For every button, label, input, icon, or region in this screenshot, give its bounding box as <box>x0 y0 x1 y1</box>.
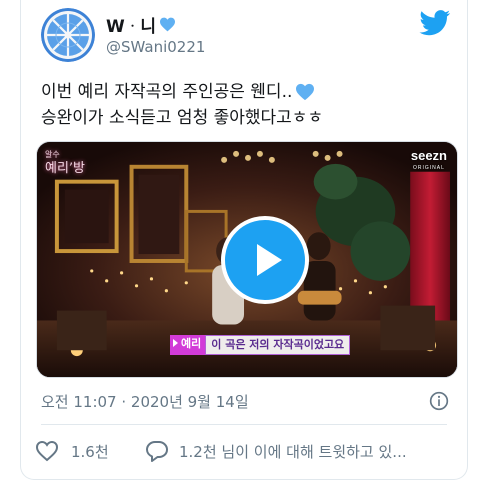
speech-bubble-icon <box>146 441 168 462</box>
video-subtitle: 예리 이 곡은 저의 자작곡이었고요 <box>170 335 351 355</box>
network-badge: seezn ORIGINAL <box>410 148 447 174</box>
tweet-timestamp[interactable]: 오전 11:07 · 2020년 9월 14일 <box>41 391 249 412</box>
network-name: seezn <box>410 148 447 163</box>
play-button[interactable] <box>221 216 309 304</box>
subtitle-speaker: 예리 <box>170 335 206 355</box>
tweet-text: 이번 예리 자작곡의 주인공은 웬디.. 승완이가 소식듣고 엄청 좋아했다고ㅎ… <box>41 79 461 131</box>
twitter-bird-icon[interactable] <box>419 10 451 36</box>
avatar[interactable] <box>41 8 95 62</box>
display-name[interactable]: Wᆞ니 <box>106 12 176 37</box>
blue-heart-icon <box>160 17 176 32</box>
show-logo-sub: 알수 <box>45 150 60 159</box>
orange-slice-avatar-icon <box>41 8 95 62</box>
tweet-line-text: 이번 예리 자작곡의 주인공은 웬디.. <box>41 82 293 102</box>
display-name-text: Wᆞ니 <box>106 17 157 37</box>
play-icon <box>257 244 282 276</box>
divider <box>41 424 447 425</box>
subtitle-text: 이 곡은 저의 자작곡이었고요 <box>205 335 351 355</box>
reply-text: 1.2천 님이 이에 대해 트윗하고 있... <box>179 442 407 461</box>
like-button[interactable]: 1.6천 <box>35 440 109 462</box>
heart-outline-icon <box>35 440 59 462</box>
info-icon[interactable] <box>429 391 449 411</box>
video-player[interactable]: 알수 예리’방 seezn ORIGINAL 예리 이 곡은 저의 자작곡이었고… <box>36 141 458 378</box>
tweet-line-text: 승완이가 소식듣고 엄청 좋아했다고ㅎㅎ <box>41 108 324 128</box>
show-logo-text: 예리’방 <box>45 161 86 176</box>
network-sub: ORIGINAL <box>412 165 445 171</box>
tweet-card[interactable]: Wᆞ니 @SWani0221 이번 예리 자작곡의 주인공은 웬디.. 승완이가… <box>20 0 468 480</box>
blue-heart-icon <box>296 83 315 101</box>
reply-button[interactable]: 1.2천 님이 이에 대해 트윗하고 있... <box>145 440 407 462</box>
show-logo: 알수 예리’방 <box>45 148 85 176</box>
page: Wᆞ니 @SWani0221 이번 예리 자작곡의 주인공은 웬디.. 승완이가… <box>0 0 480 480</box>
like-count: 1.6천 <box>71 442 109 461</box>
user-handle[interactable]: @SWani0221 <box>106 38 205 56</box>
tweet-line: 승완이가 소식듣고 엄청 좋아했다고ㅎㅎ <box>41 105 461 131</box>
tweet-line: 이번 예리 자작곡의 주인공은 웬디.. <box>41 79 461 105</box>
